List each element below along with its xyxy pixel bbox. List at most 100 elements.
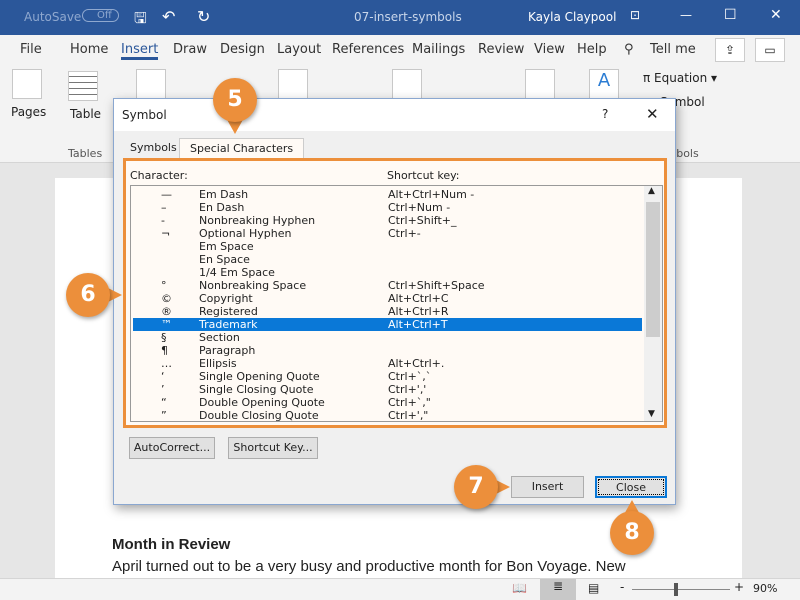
list-item[interactable]: En Space	[133, 253, 642, 266]
scroll-up-icon[interactable]: ▲	[648, 186, 655, 196]
insert-button[interactable]: Insert	[511, 476, 584, 498]
zoom-level[interactable]: 90%	[753, 582, 777, 595]
document-title: 07-insert-symbols	[354, 10, 462, 24]
zoom-out-button[interactable]: -	[620, 580, 624, 594]
autocorrect-button[interactable]: AutoCorrect...	[129, 437, 215, 459]
3d-models-icon[interactable]	[278, 69, 308, 99]
list-item[interactable]: ’ Single Closing Quote Ctrl+','	[133, 383, 642, 396]
comments-icon[interactable]: ▭	[755, 38, 785, 62]
web-layout-icon[interactable]: ▤	[588, 581, 599, 595]
tab-view[interactable]: View	[534, 42, 565, 57]
zoom-slider-thumb[interactable]	[674, 583, 678, 596]
scrollbar-thumb[interactable]	[646, 202, 660, 337]
list-item-name: Em Dash	[199, 188, 249, 201]
list-item[interactable]: — Em Dash Alt+Ctrl+Num -	[133, 188, 642, 201]
tab-references[interactable]: References	[332, 42, 404, 57]
help-button[interactable]: ?	[602, 107, 608, 121]
list-item[interactable]: – En Dash Ctrl+Num -	[133, 201, 642, 214]
tab-draw[interactable]: Draw	[173, 42, 207, 57]
dialog-close-icon[interactable]: ✕	[646, 105, 659, 123]
list-item[interactable]: ¶ Paragraph	[133, 344, 642, 357]
search-icon[interactable]: ⚲	[624, 42, 634, 57]
list-item-name: En Dash	[199, 201, 245, 214]
table-icon[interactable]	[68, 71, 98, 101]
scrollbar[interactable]: ▲ ▼	[644, 186, 662, 421]
redo-icon[interactable]: ↻	[197, 7, 210, 26]
list-item-char: —	[161, 188, 172, 201]
list-item-name: Double Closing Quote	[199, 409, 319, 422]
tab-insert[interactable]: Insert	[121, 42, 159, 60]
list-item-key: Alt+Ctrl+R	[388, 305, 449, 318]
list-item[interactable]: § Section	[133, 331, 642, 344]
list-item-name: Single Closing Quote	[199, 383, 314, 396]
list-item-key: Ctrl+`,`	[388, 370, 432, 383]
tab-special-characters[interactable]: Special Characters	[179, 138, 305, 159]
read-mode-icon[interactable]: 📖	[512, 581, 527, 595]
link-icon[interactable]	[392, 69, 422, 99]
tell-me-search[interactable]: Tell me	[650, 42, 696, 57]
list-item[interactable]: “ Double Opening Quote Ctrl+`,"	[133, 396, 642, 409]
header-icon[interactable]	[525, 69, 555, 99]
list-item[interactable]: 1/4 Em Space	[133, 266, 642, 279]
list-item[interactable]: ¬ Optional Hyphen Ctrl+-	[133, 227, 642, 240]
print-layout-icon[interactable]: ≣	[540, 579, 576, 600]
tab-symbols[interactable]: Symbols	[120, 138, 187, 159]
tab-mailings[interactable]: Mailings	[412, 42, 465, 57]
close-window-icon[interactable]: ✕	[770, 7, 782, 23]
tab-home[interactable]: Home	[70, 42, 108, 57]
list-item-name: Paragraph	[199, 344, 256, 357]
list-item-name: Nonbreaking Space	[199, 279, 307, 292]
list-item[interactable]: … Ellipsis Alt+Ctrl+.	[133, 357, 642, 370]
list-item[interactable]: ™ Trademark Alt+Ctrl+T	[133, 318, 642, 331]
tab-layout[interactable]: Layout	[277, 42, 321, 57]
tab-help[interactable]: Help	[577, 42, 607, 57]
scroll-down-icon[interactable]: ▼	[648, 409, 655, 419]
share-icon[interactable]: ⇪	[715, 38, 745, 62]
list-item[interactable]: ” Double Closing Quote Ctrl+',"	[133, 409, 642, 422]
list-item-char: ’	[161, 383, 165, 396]
pages-button[interactable]: Pages	[11, 105, 46, 119]
list-item[interactable]: ‘ Single Opening Quote Ctrl+`,`	[133, 370, 642, 383]
list-item-name: Section	[199, 331, 240, 344]
ribbon-tabs: File Home Insert Draw Design Layout Refe…	[0, 35, 800, 65]
character-column-header: Character:	[130, 169, 188, 182]
list-item-char: ©	[161, 292, 172, 305]
list-item-char: ®	[161, 305, 172, 318]
tab-design[interactable]: Design	[220, 42, 265, 57]
save-icon[interactable]: 🖫	[134, 8, 147, 33]
shortcut-key-button[interactable]: Shortcut Key...	[228, 437, 318, 459]
list-item-name: Registered	[199, 305, 258, 318]
list-item[interactable]: Em Space	[133, 240, 642, 253]
tab-file[interactable]: File	[20, 42, 42, 57]
list-item-char: ‘	[161, 370, 165, 383]
list-item[interactable]: - Nonbreaking Hyphen Ctrl+Shift+_	[133, 214, 642, 227]
autosave-toggle[interactable]: Off	[82, 9, 119, 22]
zoom-slider[interactable]	[632, 589, 730, 590]
equation-button[interactable]: π Equation ▾	[643, 71, 717, 85]
shortcut-column-header: Shortcut key:	[387, 169, 460, 182]
tab-review[interactable]: Review	[478, 42, 524, 57]
text-box-icon[interactable]: A	[589, 69, 619, 99]
minimize-icon[interactable]: —	[680, 8, 692, 22]
list-item-char: §	[161, 331, 167, 344]
list-item-char: ¶	[161, 344, 168, 357]
user-name[interactable]: Kayla Claypool	[528, 10, 616, 24]
title-bar: AutoSave Off 🖫 ↶ ↻ 07-insert-symbols Kay…	[0, 0, 800, 35]
pages-icon[interactable]	[12, 69, 42, 99]
shapes-icon[interactable]	[136, 69, 166, 99]
table-button[interactable]: Table	[70, 107, 101, 121]
close-button[interactable]: Close	[595, 476, 667, 498]
special-characters-list[interactable]: ▲ ▼ — Em Dash Alt+Ctrl+Num - – En Dash Ctrl+N…	[130, 185, 663, 422]
zoom-in-button[interactable]: +	[734, 580, 744, 594]
undo-icon[interactable]: ↶	[162, 7, 175, 26]
maximize-icon[interactable]: ☐	[724, 7, 737, 23]
ribbon-display-icon[interactable]: ⊡	[630, 8, 640, 22]
list-item-key: Alt+Ctrl+Num -	[388, 188, 475, 201]
list-item-key: Ctrl+','	[388, 383, 427, 396]
list-item[interactable]: ° Nonbreaking Space Ctrl+Shift+Space	[133, 279, 642, 292]
list-item[interactable]: ® Registered Alt+Ctrl+R	[133, 305, 642, 318]
callout-8: 8	[610, 511, 654, 555]
list-item-name: En Space	[199, 253, 250, 266]
list-item[interactable]: © Copyright Alt+Ctrl+C	[133, 292, 642, 305]
list-item-key: Ctrl+Num -	[388, 201, 451, 214]
